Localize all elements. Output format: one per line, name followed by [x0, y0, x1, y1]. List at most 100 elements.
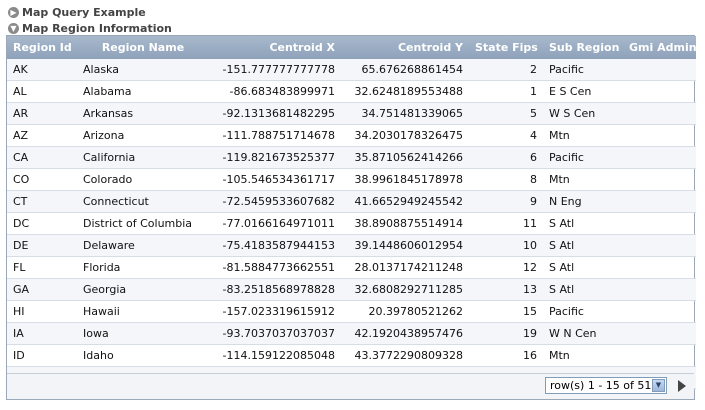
column-header-region-id[interactable]: Region Id: [7, 36, 77, 59]
table-cell: Arkansas: [77, 102, 209, 125]
column-header-gmi-admin[interactable]: Gmi Admin: [623, 36, 697, 59]
table-cell: -93.7037037037037: [209, 322, 341, 345]
table-cell: -92.1313681482295: [209, 102, 341, 125]
breadcrumb-map-query[interactable]: ▶ Map Query Example: [8, 5, 146, 19]
table-cell: 32.6248189553488: [341, 80, 469, 103]
chevron-down-icon[interactable]: ▼: [652, 379, 665, 392]
table-cell: 4: [469, 124, 543, 147]
table-cell: S Atl: [543, 278, 623, 301]
table-row[interactable]: CO Colorado -105.546534361717 38.9961845178…: [7, 168, 696, 191]
table-row[interactable]: DC District of Columbia -77.0166164971011 3…: [7, 212, 696, 235]
table-cell: Mtn: [543, 168, 623, 191]
table-cell: CO: [7, 168, 77, 191]
table-row[interactable]: ID Idaho -114.159122085048 43.3772290809328…: [7, 344, 696, 367]
table-cell: 10: [469, 234, 543, 257]
page-select[interactable]: row(s) 1 - 15 of 51 ▼: [545, 377, 667, 394]
table-cell: 42.1920438957476: [341, 322, 469, 345]
table-cell: S Atl: [543, 256, 623, 279]
table-cell: 34.2030178326475: [341, 124, 469, 147]
table-cell: Arizona: [77, 124, 209, 147]
table-cell: AZ: [7, 124, 77, 147]
table-cell: 12: [469, 256, 543, 279]
table-cell: 11: [469, 212, 543, 235]
table-row[interactable]: HI Hawaii -157.023319615912 20.39780521262 1…: [7, 300, 696, 323]
table-row[interactable]: FL Florida -81.5884773662551 28.01371742112…: [7, 256, 696, 279]
table-cell: [623, 190, 696, 213]
table-cell: 28.0137174211248: [341, 256, 469, 279]
table-cell: -83.2518568978828: [209, 278, 341, 301]
table-cell: 2: [469, 59, 543, 81]
table-cell: Georgia: [77, 278, 209, 301]
table-row[interactable]: AR Arkansas -92.1313681482295 34.7514813390…: [7, 102, 696, 125]
table-cell: -77.0166164971011: [209, 212, 341, 235]
table-cell: Hawaii: [77, 300, 209, 323]
table-row[interactable]: CT Connecticut -72.5459533607682 41.6652949…: [7, 190, 696, 213]
table-cell: -157.023319615912: [209, 300, 341, 323]
table-cell: Pacific: [543, 146, 623, 169]
table-cell: 34.751481339065: [341, 102, 469, 125]
table-row[interactable]: AL Alabama -86.683483899971 32.624818955348…: [7, 80, 696, 103]
table-row[interactable]: CA California -119.821673525377 35.87105624…: [7, 146, 696, 169]
table-cell: W N Cen: [543, 322, 623, 345]
table-cell: -151.777777777778: [209, 59, 341, 81]
region-table: Region Id Region Name Centroid X Centroi…: [7, 36, 697, 389]
table-cell: [623, 168, 696, 191]
table-cell: [623, 256, 696, 279]
table-cell: DC: [7, 212, 77, 235]
column-header-centroid-x[interactable]: Centroid X: [209, 36, 341, 59]
column-header-sub-region[interactable]: Sub Region: [543, 36, 623, 59]
table-cell: [623, 124, 696, 147]
table-header-row: Region Id Region Name Centroid X Centroi…: [7, 36, 697, 59]
table-cell: GA: [7, 278, 77, 301]
table-row[interactable]: IA Iowa -93.7037037037037 42.1920438957476 1…: [7, 322, 696, 345]
table-cell: -81.5884773662551: [209, 256, 341, 279]
table-cell: -75.4183587944153: [209, 234, 341, 257]
table-cell: -114.159122085048: [209, 344, 341, 367]
table-cell: 15: [469, 300, 543, 323]
breadcrumb-map-region[interactable]: ▼ Map Region Information: [8, 21, 172, 35]
table-row[interactable]: GA Georgia -83.2518568978828 32.68082927112…: [7, 278, 696, 301]
region-grid: Region Id Region Name Centroid X Centroi…: [6, 35, 697, 400]
table-cell: [623, 344, 696, 367]
table-row[interactable]: AZ Arizona -111.788751714678 34.20301783264…: [7, 124, 696, 147]
table-cell: CA: [7, 146, 77, 169]
table-cell: Colorado: [77, 168, 209, 191]
table-cell: -86.683483899971: [209, 80, 341, 103]
table-cell: 41.6652949245542: [341, 190, 469, 213]
next-page-icon[interactable]: [678, 380, 686, 392]
table-cell: Delaware: [77, 234, 209, 257]
table-cell: [623, 212, 696, 235]
table-cell: IA: [7, 322, 77, 345]
table-cell: -72.5459533607682: [209, 190, 341, 213]
table-cell: 9: [469, 190, 543, 213]
table-cell: 5: [469, 102, 543, 125]
table-cell: Connecticut: [77, 190, 209, 213]
table-cell: Idaho: [77, 344, 209, 367]
table-cell: 8: [469, 168, 543, 191]
breadcrumb-label: Map Query Example: [22, 5, 146, 19]
table-cell: -105.546534361717: [209, 168, 341, 191]
table-cell: 32.6808292711285: [341, 278, 469, 301]
table-cell: 16: [469, 344, 543, 367]
table-cell: [623, 278, 696, 301]
expand-arrow-icon: ▶: [8, 6, 19, 18]
table-row[interactable]: DE Delaware -75.4183587944153 39.1448606012…: [7, 234, 696, 257]
table-cell: [623, 322, 696, 345]
table-cell: [623, 80, 696, 103]
collapse-arrow-icon: ▼: [8, 22, 19, 34]
table-cell: HI: [7, 300, 77, 323]
table-cell: [623, 300, 696, 323]
table-cell: CT: [7, 190, 77, 213]
table-cell: 1: [469, 80, 543, 103]
table-row[interactable]: AK Alaska -151.777777777778 65.676268861454…: [7, 59, 696, 81]
table-cell: AL: [7, 80, 77, 103]
table-cell: 6: [469, 146, 543, 169]
table-cell: Alaska: [77, 59, 209, 81]
table-cell: W S Cen: [543, 102, 623, 125]
table-cell: Florida: [77, 256, 209, 279]
column-header-region-name[interactable]: Region Name: [77, 36, 209, 59]
column-header-state-fips[interactable]: State Fips: [469, 36, 543, 59]
breadcrumb-label: Map Region Information: [22, 21, 172, 35]
table-cell: AK: [7, 59, 77, 81]
column-header-centroid-y[interactable]: Centroid Y: [341, 36, 469, 59]
